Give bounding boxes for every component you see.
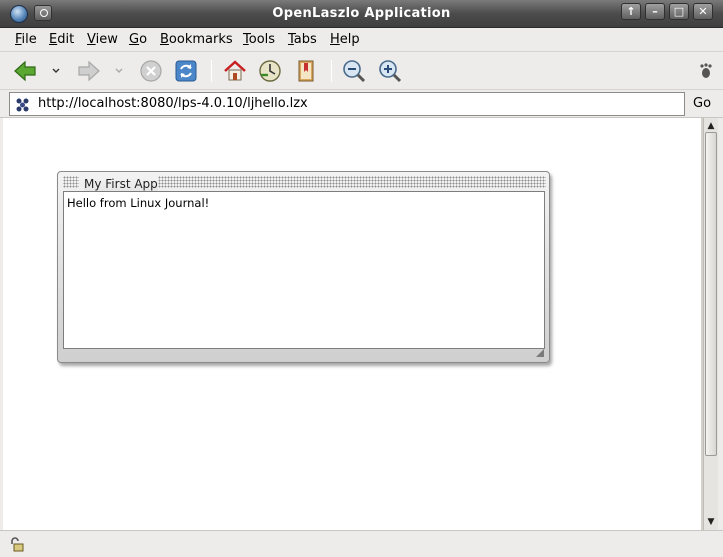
window-drag-grip[interactable]: [158, 176, 546, 188]
zoom-out-icon[interactable]: [341, 58, 367, 84]
back-icon[interactable]: [12, 58, 38, 84]
menu-tools-label: ools: [248, 32, 276, 47]
toolbar-separator: [331, 60, 332, 82]
url-text: http://localhost:8080/lps-4.0.10/ljhello…: [38, 96, 308, 111]
menu-edit[interactable]: Edit: [49, 32, 74, 47]
menu-help-label: elp: [339, 32, 360, 47]
laszlo-window-body: Hello from Linux Journal!: [63, 191, 545, 349]
shade-button[interactable]: ↑: [621, 3, 641, 20]
window-drag-grip[interactable]: [63, 176, 79, 188]
menu-view-label: iew: [95, 32, 118, 47]
menu-edit-label: dit: [57, 32, 75, 47]
content-right-edge: [718, 118, 723, 530]
history-icon[interactable]: [257, 58, 283, 84]
menu-bar: File Edit View Go Bookmarks Tools Tabs H…: [0, 28, 723, 52]
reload-icon[interactable]: [173, 58, 199, 84]
vertical-scrollbar[interactable]: ▲ ▼: [703, 118, 718, 530]
menu-tabs[interactable]: Tabs: [288, 32, 317, 47]
home-icon[interactable]: [222, 58, 248, 84]
zoom-in-icon[interactable]: [377, 58, 403, 84]
laszlo-window-title: My First App: [84, 177, 158, 191]
scroll-down-arrow-icon[interactable]: ▼: [705, 516, 717, 528]
forward-history-chevron-down-icon[interactable]: [114, 65, 124, 75]
scrollbar-thumb[interactable]: [705, 132, 717, 456]
close-button[interactable]: ✕: [693, 3, 713, 20]
stop-icon[interactable]: [138, 58, 164, 84]
menu-view[interactable]: View: [87, 32, 118, 47]
maximize-button[interactable]: □: [669, 3, 689, 20]
forward-icon[interactable]: [76, 58, 102, 84]
menu-file[interactable]: File: [15, 32, 37, 47]
bookmarks-icon[interactable]: [293, 58, 319, 84]
throbber-icon: [693, 58, 712, 84]
menu-help-accel: H: [330, 32, 340, 47]
status-bar: [0, 530, 723, 557]
toolbar-separator: [211, 60, 212, 82]
scroll-up-arrow-icon[interactable]: ▲: [705, 120, 717, 132]
menu-file-label: ile: [21, 32, 37, 47]
menu-go-label: o: [139, 32, 148, 47]
menu-bookmarks[interactable]: Bookmarks: [160, 32, 233, 47]
location-bar: http://localhost:8080/lps-4.0.10/ljhello…: [0, 90, 723, 118]
security-lock-icon[interactable]: [9, 536, 25, 552]
menu-bookmarks-accel: B: [160, 32, 169, 47]
hello-message: Hello from Linux Journal!: [67, 196, 210, 210]
url-input[interactable]: http://localhost:8080/lps-4.0.10/ljhello…: [9, 92, 685, 116]
title-bar: OpenLaszlo Application ↑ – □ ✕: [0, 0, 723, 28]
back-history-chevron-down-icon[interactable]: [51, 65, 61, 75]
go-button[interactable]: Go: [693, 96, 711, 111]
menu-go[interactable]: Go: [129, 32, 147, 47]
window-title: OpenLaszlo Application: [272, 6, 451, 21]
menu-view-accel: V: [87, 32, 96, 47]
menu-help[interactable]: Help: [330, 32, 360, 47]
menu-tools[interactable]: Tools: [243, 32, 275, 47]
minimize-button[interactable]: –: [645, 3, 665, 20]
laszlo-favicon-icon: [15, 97, 30, 112]
menu-tabs-label: abs: [293, 32, 317, 47]
navigation-toolbar: [0, 52, 723, 90]
menu-edit-accel: E: [49, 32, 58, 47]
laszlo-window[interactable]: My First App Hello from Linux Journal!: [57, 171, 550, 363]
resize-handle-icon[interactable]: [535, 347, 545, 357]
menu-bookmarks-label: ookmarks: [168, 32, 233, 47]
menu-go-accel: G: [129, 32, 140, 47]
